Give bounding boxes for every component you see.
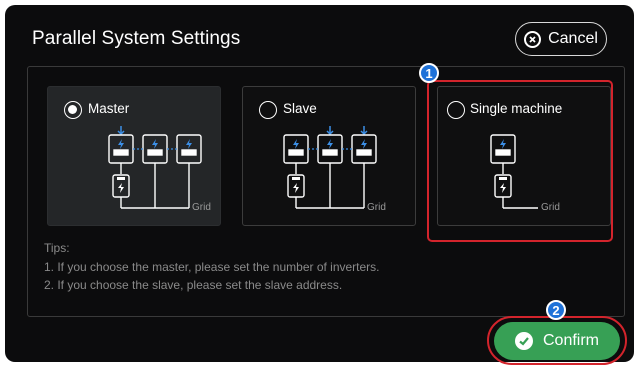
cancel-label: Cancel	[548, 30, 598, 47]
tips-line-1: 1. If you choose the master, please set …	[44, 259, 380, 274]
confirm-label: Confirm	[542, 332, 599, 349]
option-slave[interactable]: Slave Grid	[242, 86, 416, 226]
single-machine-highlight	[427, 80, 613, 242]
check-circle-icon	[514, 332, 533, 350]
tips-line-2: 2. If you choose the slave, please set t…	[44, 278, 343, 292]
step-badge-1: 1	[419, 63, 439, 83]
grid-label: Grid	[367, 202, 386, 213]
step-badge-2: 2	[546, 300, 566, 320]
close-icon	[524, 30, 542, 48]
dialog-title: Parallel System Settings	[32, 28, 241, 49]
option-master[interactable]: Master Grid	[47, 86, 221, 226]
tips-heading: Tips:	[44, 241, 70, 255]
tips-section: Tips: 1. If you choose the master, pleas…	[44, 239, 380, 295]
grid-label: Grid	[192, 202, 211, 213]
confirm-button[interactable]: Confirm	[494, 322, 620, 360]
cancel-button[interactable]: Cancel	[515, 22, 607, 56]
slave-diagram-icon	[283, 126, 377, 209]
